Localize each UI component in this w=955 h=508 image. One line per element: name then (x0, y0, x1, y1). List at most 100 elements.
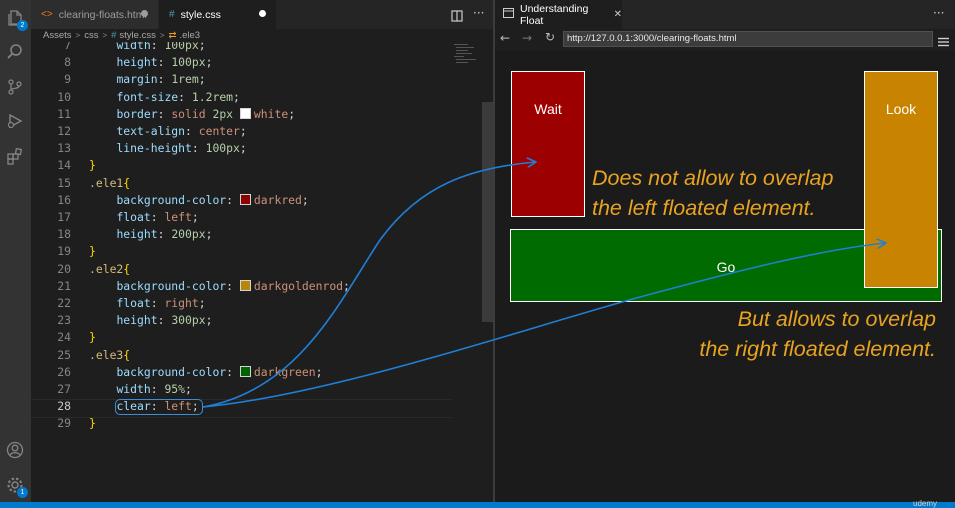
back-arrow-icon[interactable]: ← (500, 31, 510, 45)
breadcrumb-item[interactable]: css (84, 30, 98, 41)
line-number: 23 (57, 313, 71, 328)
code-text: width: 95%; (116, 382, 192, 396)
breadcrumb: Assets > css > # style.css > ⇄ .ele3 (31, 29, 493, 42)
tab-clearing-floats-html[interactable]: <> clearing-floats.html (31, 0, 158, 29)
forward-arrow-icon[interactable]: → (522, 31, 532, 45)
css-file-icon: # (111, 30, 117, 41)
code-text: float: right; (116, 296, 206, 310)
editor-tab-bar: <> clearing-floats.html # style.css (31, 0, 493, 29)
code-text: line-height: 100px; (116, 141, 247, 156)
code-line[interactable]: 24} (31, 329, 481, 346)
code-line[interactable]: 29} (31, 415, 481, 432)
line-number: 14 (57, 158, 71, 173)
code-text: background-color: darkgreen; (116, 364, 323, 379)
status-bar (0, 502, 955, 508)
annotation-highlight-box (115, 399, 203, 415)
more-actions-icon[interactable]: ··· (933, 6, 944, 20)
search-icon[interactable] (4, 41, 26, 63)
breadcrumb-item[interactable]: .ele3 (179, 30, 200, 41)
line-number: 9 (64, 72, 71, 87)
code-line[interactable]: 12 text-align: center; (31, 123, 481, 140)
chevron-right-icon: > (75, 31, 81, 40)
note-line: the left floated element. (592, 196, 816, 220)
code-line[interactable]: 15 .ele1{ (31, 175, 481, 192)
code-text: } (89, 244, 96, 259)
line-number: 19 (57, 244, 71, 259)
code-line[interactable]: 21 background-color: darkgoldenrod; (31, 278, 481, 295)
code-text: } (89, 416, 96, 431)
code-text: border: solid 2px white; (116, 106, 296, 121)
code-text: height: 100px; (116, 55, 213, 70)
unsaved-dot-icon[interactable] (141, 10, 148, 17)
code-line[interactable]: 14} (31, 157, 481, 174)
breadcrumb-item[interactable]: style.css (119, 30, 155, 41)
split-editor-icon[interactable] (451, 7, 463, 26)
ele2-box: Look (864, 71, 938, 288)
code-text: font-size: 1.2rem; (116, 89, 240, 104)
tab-label: Understanding Float (520, 2, 589, 27)
annotation-note-right-float: But allows to overlap the right floated … (690, 304, 936, 364)
line-number: 28 (57, 399, 71, 414)
tab-understanding-float[interactable]: Understanding Float ✕ (495, 0, 622, 29)
refresh-icon[interactable]: ↻ (545, 30, 555, 44)
note-line: Does not allow to overlap (592, 166, 834, 190)
line-number: 25 (57, 347, 71, 362)
code-text: .ele2{ (89, 261, 131, 276)
code-line[interactable]: 27 width: 95%; (31, 381, 481, 398)
settings-gear-icon[interactable]: 1 (4, 474, 28, 498)
code-text: .ele3{ (89, 347, 131, 362)
unsaved-dot-icon[interactable] (259, 10, 266, 17)
line-number: 15 (57, 175, 71, 190)
code-line[interactable]: 18 height: 200px; (31, 226, 481, 243)
code-line[interactable]: 11 border: solid 2px white; (31, 106, 481, 123)
line-number: 21 (57, 278, 71, 293)
tab-label: style.css (180, 8, 221, 21)
code-line[interactable]: 28 clear: left; (31, 398, 481, 415)
breadcrumb-item[interactable]: Assets (43, 30, 72, 41)
url-input[interactable]: http://127.0.0.1:3000/clearing-floats.ht… (563, 31, 933, 47)
code-text: } (89, 330, 96, 345)
code-line[interactable]: 22 float: right; (31, 295, 481, 312)
code-line[interactable]: 9 margin: 1rem; (31, 71, 481, 88)
line-number: 7 (64, 42, 71, 52)
settings-badge: 1 (17, 487, 28, 498)
run-debug-icon[interactable] (4, 110, 26, 132)
line-number: 17 (57, 210, 71, 224)
code-line[interactable]: 20 .ele2{ (31, 261, 481, 278)
code-text: width: 100px; (116, 42, 206, 52)
code-line[interactable]: 25 .ele3{ (31, 347, 481, 364)
more-actions-icon[interactable]: ··· (473, 6, 484, 20)
code-line[interactable]: 23 height: 300px; (31, 312, 481, 329)
editor-scrollbar[interactable] (482, 102, 493, 322)
line-number: 16 (57, 192, 71, 207)
line-number: 20 (57, 261, 71, 276)
extensions-icon[interactable] (4, 145, 26, 167)
line-number: 13 (57, 141, 71, 156)
line-number: 22 (57, 296, 71, 310)
close-icon[interactable]: ✕ (614, 9, 622, 20)
account-icon[interactable] (4, 439, 26, 461)
code-line[interactable]: 8 height: 100px; (31, 54, 481, 71)
watermark: udemy (913, 499, 938, 508)
code-editor[interactable]: 7 width: 100px; 8 height: 100px; 9 margin:… (31, 42, 481, 502)
selector-symbol-icon: ⇄ (168, 30, 177, 41)
line-number: 10 (57, 89, 71, 104)
code-line[interactable]: 17 float: left; (31, 209, 481, 226)
preview-icon (503, 8, 514, 21)
note-line: But allows to overlap (737, 307, 936, 331)
hamburger-menu-icon[interactable] (938, 32, 949, 51)
explorer-icon[interactable]: 2 (4, 7, 28, 31)
minimap[interactable] (452, 42, 480, 82)
code-line[interactable]: 26 background-color: darkgreen; (31, 364, 481, 381)
ele1-box: Wait (511, 71, 585, 217)
code-line[interactable]: 7 width: 100px; (31, 42, 481, 54)
code-line[interactable]: 13 line-height: 100px; (31, 140, 481, 157)
code-line[interactable]: 10 font-size: 1.2rem; (31, 89, 481, 106)
line-number: 27 (57, 382, 71, 396)
annotation-note-left-float: Does not allow to overlap the left float… (592, 163, 833, 223)
tab-style-css[interactable]: # style.css (159, 0, 276, 29)
line-number: 12 (57, 124, 71, 138)
code-line[interactable]: 19} (31, 243, 481, 260)
code-line[interactable]: 16 background-color: darkred; (31, 192, 481, 209)
source-control-icon[interactable] (4, 76, 26, 98)
